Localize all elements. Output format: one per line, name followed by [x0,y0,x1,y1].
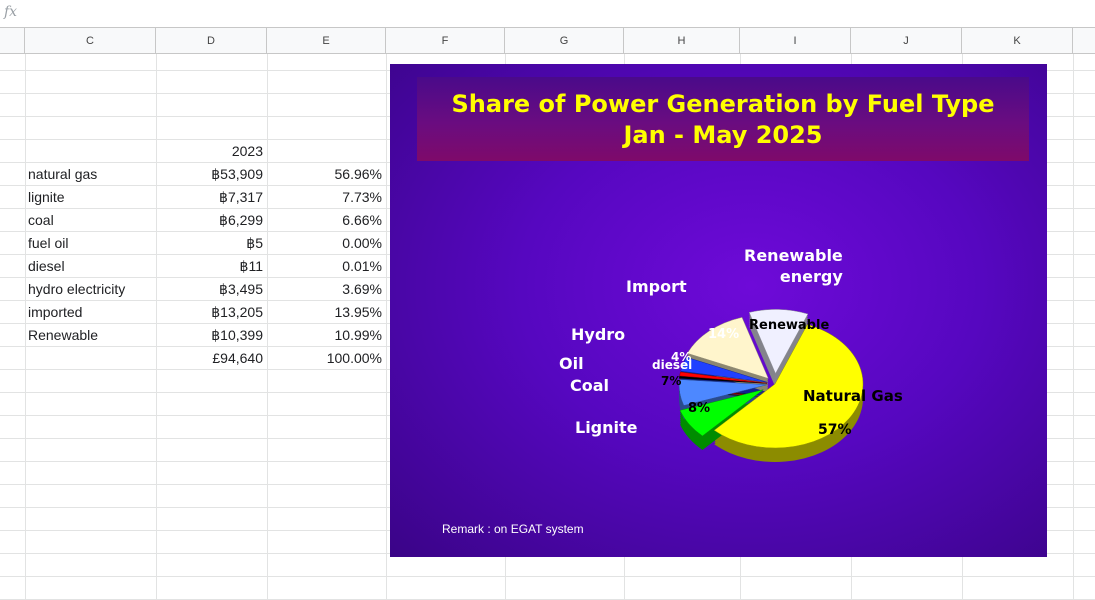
cell-fuel-name[interactable]: fuel oil [25,232,156,255]
label-oil: Oil [559,354,584,373]
label-pct-natural-gas: 57% [818,422,852,438]
label-pct-coal: 7% [661,374,682,388]
cell-fuel-value[interactable]: ฿10,399 [156,324,267,347]
label-renewable-energy: Renewable energy [744,246,843,286]
cell-fuel-name[interactable]: coal [25,209,156,232]
label-hydro: Hydro [571,325,626,344]
column-header-h[interactable]: H [624,28,740,54]
grid-line [386,54,387,600]
formula-bar[interactable]: fx [0,0,1095,28]
cell-fuel-value[interactable]: ฿3,495 [156,278,267,301]
label-pct-import: 14% [708,327,740,342]
grid-line [1073,54,1074,600]
cell-year-header[interactable]: 2023 [156,140,267,163]
cell-fuel-share[interactable]: 0.01% [267,255,386,278]
column-headers: C D E F G H I J K [0,28,1095,54]
cell-fuel-share[interactable]: 56.96% [267,163,386,186]
label-pct-lignite: 8% [688,401,711,416]
cell-fuel-name[interactable]: Renewable [25,324,156,347]
cell-fuel-share[interactable]: 13.95% [267,301,386,324]
column-header-e[interactable]: E [267,28,386,54]
cell-fuel-share[interactable]: 7.73% [267,186,386,209]
cell-fuel-value[interactable]: ฿11 [156,255,267,278]
function-icon: fx [4,4,18,20]
cell-fuel-share[interactable]: 0.00% [267,232,386,255]
column-header-j[interactable]: J [851,28,962,54]
cell-fuel-name[interactable]: imported [25,301,156,324]
cell-fuel-share[interactable]: 10.99% [267,324,386,347]
pie-chart [678,309,864,463]
label-natural-gas: Natural Gas [803,387,903,405]
cell-fuel-value[interactable]: ฿13,205 [156,301,267,324]
cell-fuel-value[interactable]: ฿53,909 [156,163,267,186]
cell-fuel-value[interactable]: ฿7,317 [156,186,267,209]
chart-remark: Remark : on EGAT system [442,522,584,536]
cell-fuel-value[interactable]: ฿6,299 [156,209,267,232]
row-header-corner[interactable] [0,28,25,54]
cell-fuel-share[interactable]: 6.66% [267,209,386,232]
cell-fuel-value[interactable]: ฿5 [156,232,267,255]
column-header-c[interactable]: C [25,28,156,54]
column-header-k[interactable]: K [962,28,1073,54]
cell-fuel-share[interactable]: 3.69% [267,278,386,301]
label-renewable-slice: Renewable [749,318,830,333]
cell-fuel-name[interactable]: lignite [25,186,156,209]
pie-chart-image[interactable]: Share of Power Generation by Fuel Type J… [390,64,1047,557]
label-pct-hydro: 4% [671,350,692,364]
cell-fuel-name[interactable]: diesel [25,255,156,278]
label-lignite: Lignite [575,418,638,437]
grid-line [0,576,1095,577]
column-header-i[interactable]: I [740,28,851,54]
column-header-g[interactable]: G [505,28,624,54]
column-header-d[interactable]: D [156,28,267,54]
cell-fuel-name[interactable]: hydro electricity [25,278,156,301]
cell-fuel-name[interactable]: natural gas [25,163,156,186]
label-import: Import [626,277,687,296]
cell-total-share[interactable]: 100.00% [267,347,386,370]
column-header-f[interactable]: F [386,28,505,54]
cell-total-value[interactable]: £94,640 [156,347,267,370]
label-coal: Coal [570,376,610,395]
